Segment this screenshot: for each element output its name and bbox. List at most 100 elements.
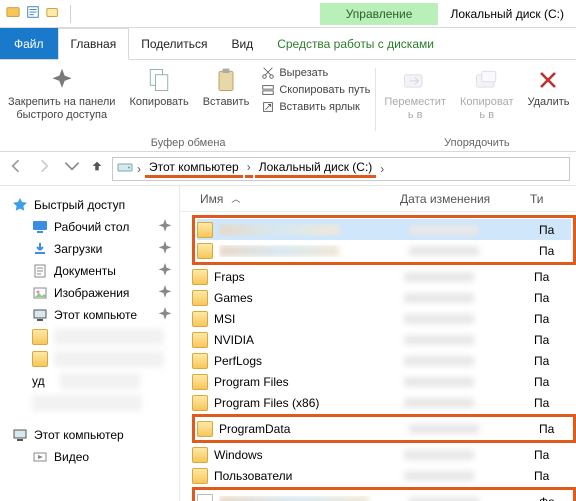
highlighted-group-bottom: Фа xyxy=(192,487,576,501)
list-item[interactable]: Windows Па xyxy=(192,444,576,465)
column-header-type[interactable]: Ти xyxy=(530,192,576,206)
quick-access-node[interactable]: Быстрый доступ xyxy=(10,194,175,216)
item-name: PerfLogs xyxy=(214,354,404,368)
list-item[interactable]: PerfLogs Па xyxy=(192,350,576,371)
item-type: Па xyxy=(534,354,576,368)
pin-icon xyxy=(157,241,173,257)
copy-path-button[interactable]: Скопировать путь xyxy=(261,83,370,97)
list-item[interactable]: MSIПа xyxy=(192,308,576,329)
breadcrumb-this-pc[interactable]: Этот компьютер xyxy=(145,160,243,178)
copy-icon xyxy=(145,66,173,94)
forward-button[interactable] xyxy=(34,156,54,181)
file-icon xyxy=(197,494,213,501)
item-type: Па xyxy=(534,396,576,410)
item-name: Games xyxy=(214,291,404,305)
item-type: Па xyxy=(534,291,576,305)
list-item[interactable]: Фа xyxy=(197,491,571,501)
list-item[interactable]: ПользователиПа xyxy=(192,465,576,486)
move-to-button[interactable]: Переместит ь в xyxy=(382,64,448,123)
list-item[interactable]: Па xyxy=(197,219,571,240)
ribbon-group-clipboard: Буфер обмена xyxy=(151,135,226,149)
cut-button[interactable]: Вырезать xyxy=(261,66,370,80)
delete-button[interactable]: Удалить xyxy=(525,64,571,111)
item-type: Па xyxy=(539,422,571,436)
folder-icon xyxy=(192,374,208,390)
video-icon xyxy=(32,449,48,465)
copyto-icon xyxy=(473,66,501,94)
list-item[interactable]: NVIDIAПа xyxy=(192,329,576,350)
chevron-right-icon[interactable]: › xyxy=(135,162,143,176)
drive-icon xyxy=(117,159,133,178)
chevron-right-icon[interactable]: › xyxy=(378,162,386,176)
qat-properties-icon[interactable] xyxy=(26,5,40,22)
nav-pictures[interactable]: Изображения xyxy=(30,282,175,304)
pin-icon xyxy=(157,263,173,279)
pictures-icon xyxy=(32,285,48,301)
list-item[interactable]: ProgramDataПа xyxy=(197,418,571,439)
qat-separator xyxy=(70,5,71,23)
nav-this-pc[interactable]: Этот компьютер xyxy=(10,424,175,446)
window-title: Локальный диск (C:) xyxy=(438,3,576,25)
ribbon-group-organize: Упорядочить xyxy=(444,135,509,149)
item-type: Па xyxy=(534,469,576,483)
list-item[interactable]: Program Files (x86) Па xyxy=(192,392,576,413)
folder-icon xyxy=(192,468,208,484)
folder-icon xyxy=(197,222,213,238)
downloads-icon xyxy=(32,241,48,257)
sort-indicator-icon: ︿ xyxy=(231,192,240,205)
item-name: Fraps xyxy=(214,270,404,284)
nav-desktop[interactable]: Рабочий стол xyxy=(30,216,175,238)
manage-contextual-tab[interactable]: Управление xyxy=(320,3,439,25)
item-name: MSI xyxy=(214,312,404,326)
pin-icon xyxy=(157,285,173,301)
nav-this-pc-shortcut[interactable]: Этот компьюте xyxy=(30,304,175,326)
nav-downloads[interactable]: Загрузки xyxy=(30,238,175,260)
column-header-name[interactable]: Имя ︿ xyxy=(180,192,400,206)
chevron-right-icon[interactable]: › xyxy=(245,160,253,178)
nav-item-redacted[interactable] xyxy=(30,348,175,370)
folder-icon xyxy=(192,332,208,348)
qat-newfolder-icon[interactable] xyxy=(46,5,60,22)
nav-videos[interactable]: Видео xyxy=(30,446,175,468)
copy-to-button[interactable]: Копироват ь в xyxy=(458,64,516,123)
copy-button[interactable]: Копировать xyxy=(127,64,190,111)
pc-icon xyxy=(12,427,28,443)
breadcrumb-drive-c[interactable]: Локальный диск (C:) xyxy=(255,160,377,178)
drive-tools-tab[interactable]: Средства работы с дисками xyxy=(265,28,446,59)
history-dropdown[interactable] xyxy=(62,156,82,181)
paste-shortcut-button[interactable]: Вставить ярлык xyxy=(261,100,370,114)
star-icon xyxy=(12,197,28,213)
folder-icon xyxy=(192,290,208,306)
item-type: Па xyxy=(534,448,576,462)
list-item[interactable]: Па xyxy=(197,240,571,261)
address-bar[interactable]: › Этот компьютер › Локальный диск (C:) › xyxy=(112,157,570,181)
item-name: Program Files (x86) xyxy=(214,396,404,410)
item-type: Па xyxy=(534,375,576,389)
nav-item-redacted[interactable] xyxy=(30,326,175,348)
item-name: Windows xyxy=(214,448,404,462)
nav-documents[interactable]: Документы xyxy=(30,260,175,282)
folder-icon xyxy=(192,353,208,369)
delete-icon xyxy=(534,66,562,94)
folder-icon xyxy=(192,395,208,411)
folder-icon xyxy=(192,311,208,327)
folder-icon xyxy=(197,243,213,259)
moveto-icon xyxy=(401,66,429,94)
nav-item-redacted[interactable] xyxy=(30,392,175,414)
app-icon xyxy=(6,5,20,22)
up-button[interactable] xyxy=(90,159,104,178)
item-name: NVIDIA xyxy=(214,333,404,347)
list-item[interactable]: Games Па xyxy=(192,287,576,308)
list-item[interactable]: FrapsПа xyxy=(192,266,576,287)
pin-quickaccess-button[interactable]: Закрепить на панели быстрого доступа xyxy=(6,64,117,123)
file-tab[interactable]: Файл xyxy=(0,28,58,59)
view-tab[interactable]: Вид xyxy=(219,28,265,59)
back-button[interactable] xyxy=(6,156,26,181)
column-header-date[interactable]: Дата изменения xyxy=(400,192,530,206)
nav-item-redacted[interactable]: уд xyxy=(30,370,175,392)
list-item[interactable]: Program FilesПа xyxy=(192,371,576,392)
paste-button[interactable]: Вставить xyxy=(201,64,252,111)
share-tab[interactable]: Поделиться xyxy=(129,28,219,59)
desktop-icon xyxy=(32,219,48,235)
home-tab[interactable]: Главная xyxy=(58,28,130,60)
